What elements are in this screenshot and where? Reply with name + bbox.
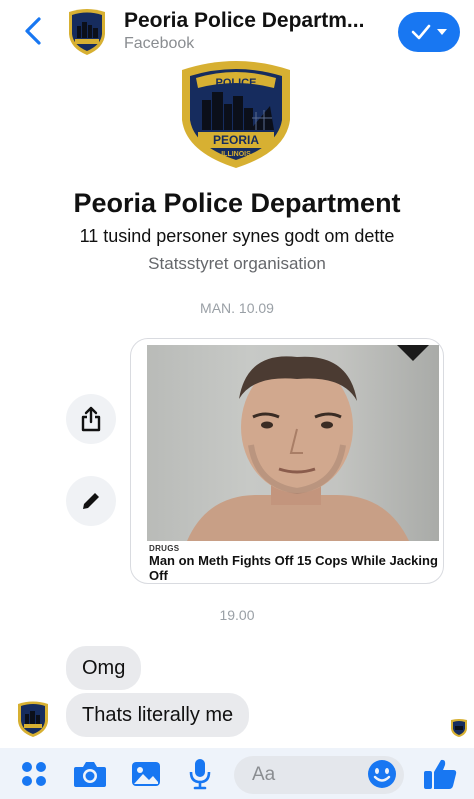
- smiley-icon: [368, 760, 396, 788]
- share-icon: [81, 406, 101, 432]
- camera-button[interactable]: [70, 756, 110, 792]
- back-button[interactable]: [18, 12, 48, 50]
- conversation-header: Peoria Police Departm... Facebook: [0, 0, 474, 64]
- profile-category: Statsstyret organisation: [148, 254, 326, 273]
- badge-top-text: POLICE: [216, 77, 257, 89]
- post-headline[interactable]: Man on Meth Fights Off 15 Cops While Jac…: [149, 553, 439, 583]
- microphone-icon: [189, 759, 211, 790]
- more-actions-button[interactable]: [18, 756, 50, 792]
- thumbs-up-icon: [424, 759, 457, 789]
- checkmark-icon: [411, 24, 431, 40]
- camera-icon: [74, 762, 106, 787]
- voice-button[interactable]: [184, 756, 216, 792]
- message-input[interactable]: [252, 764, 362, 786]
- mugshot-illustration: [187, 345, 429, 541]
- post-category-tag: DRUGS: [149, 544, 180, 553]
- four-dots-icon: [22, 762, 46, 786]
- time-separator: 19.00: [219, 607, 255, 623]
- date-separator: MAN. 10.09: [200, 300, 274, 316]
- police-badge-logo: POLICE PEORIA ILLINOIS: [182, 61, 290, 168]
- like-button[interactable]: [420, 756, 460, 792]
- message-bubble[interactable]: Thats literally me: [66, 693, 250, 737]
- header-avatar[interactable]: [66, 8, 108, 56]
- composer-bar: [0, 748, 474, 799]
- message-bubble[interactable]: Omg: [66, 646, 142, 690]
- share-button[interactable]: [66, 394, 116, 444]
- header-title[interactable]: Peoria Police Departm...: [124, 9, 364, 33]
- edit-button[interactable]: [66, 476, 116, 526]
- badge-state-text: ILLINOIS: [221, 151, 251, 158]
- profile-likes: 11 tusind personer synes godt om dette: [79, 226, 395, 246]
- shared-post-card[interactable]: DRUGS Man on Meth Fights Off 15 Cops Whi…: [130, 338, 444, 584]
- check-dropdown-button[interactable]: [398, 12, 460, 52]
- read-receipt-avatar: [451, 719, 467, 737]
- gallery-button[interactable]: [128, 756, 164, 792]
- header-subtitle: Facebook: [124, 35, 195, 52]
- pencil-icon: [83, 493, 99, 509]
- image-icon: [132, 762, 160, 786]
- chevron-left-icon: [25, 17, 41, 45]
- emoji-button[interactable]: [364, 756, 400, 792]
- sender-avatar[interactable]: [16, 700, 50, 738]
- caret-down-icon: [437, 29, 447, 35]
- profile-name[interactable]: Peoria Police Department: [0, 188, 474, 219]
- badge-city-text: PEORIA: [213, 133, 259, 147]
- mugshot-photo: [147, 345, 439, 541]
